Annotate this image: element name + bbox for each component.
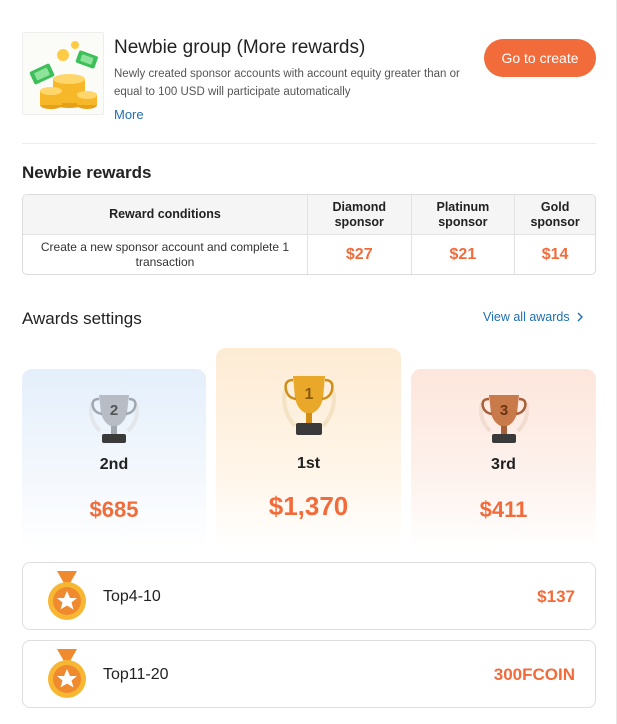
podium-prize: $411 bbox=[479, 497, 528, 522]
platinum-reward-cell: $21 bbox=[412, 235, 516, 274]
gold-reward-cell: $14 bbox=[541, 246, 569, 263]
tier-prize: $137 bbox=[537, 587, 575, 606]
medal-star-icon bbox=[48, 571, 86, 620]
diamond-reward-cell: $27 bbox=[308, 235, 412, 274]
podium-second-place: 2 2nd $685 bbox=[22, 369, 206, 549]
tier-row-top4-10: Top4-10 $137 bbox=[22, 562, 596, 630]
medal-star-icon bbox=[48, 649, 86, 698]
podium-prize: $1,370 bbox=[268, 491, 349, 521]
tier-prize: 300FCOIN bbox=[493, 665, 575, 684]
column-header: Diamond sponsor bbox=[307, 195, 412, 235]
more-link[interactable]: More bbox=[114, 107, 144, 122]
trophy-rank-number: 3 bbox=[499, 402, 507, 419]
tier-name: Top11-20 bbox=[103, 666, 169, 683]
table-header-row: Reward conditions Diamond sponsor Platin… bbox=[23, 195, 595, 235]
newbie-rewards-table: Reward conditions Diamond sponsor Platin… bbox=[22, 194, 596, 275]
chevron-right-icon bbox=[577, 312, 584, 322]
reward-condition-cell: Create a new sponsor account and complet… bbox=[23, 235, 308, 274]
newbie-group-title: Newbie group (More rewards) bbox=[114, 37, 366, 58]
column-header: Platinum sponsor bbox=[411, 195, 516, 235]
go-to-create-button[interactable]: Go to create bbox=[484, 39, 596, 77]
podium-rank-label: 3rd bbox=[491, 456, 516, 473]
view-all-awards-label: View all awards bbox=[483, 310, 570, 324]
newbie-group-description: Newly created sponsor accounts with acco… bbox=[114, 68, 460, 98]
trophy-rank-number: 2 bbox=[110, 402, 118, 419]
column-header: Gold sponsor bbox=[515, 195, 595, 235]
bronze-trophy-icon: 3 bbox=[478, 395, 529, 443]
podium-prize: $685 bbox=[89, 497, 139, 522]
view-all-awards-link[interactable]: View all awards bbox=[483, 310, 585, 324]
podium-first-place: 1 1st $1,370 bbox=[216, 348, 401, 548]
table-row: Create a new sponsor account and complet… bbox=[23, 235, 595, 274]
tier-row-top11-20: Top11-20 300FCOIN bbox=[22, 640, 596, 708]
gold-trophy-icon: 1 bbox=[281, 376, 336, 435]
section-divider bbox=[22, 143, 596, 144]
tier-name: Top4-10 bbox=[103, 588, 161, 605]
newbie-rewards-title: Newbie rewards bbox=[22, 163, 152, 182]
podium-rank-label: 1st bbox=[296, 455, 321, 472]
column-header: Reward conditions bbox=[23, 195, 308, 235]
awards-settings-title: Awards settings bbox=[22, 309, 142, 328]
trophy-rank-number: 1 bbox=[304, 386, 313, 403]
coin-stack-illustration bbox=[22, 32, 104, 115]
podium-rank-label: 2nd bbox=[99, 456, 129, 473]
podium-third-place: 3 3rd $411 bbox=[411, 369, 596, 549]
silver-trophy-icon: 2 bbox=[89, 395, 139, 443]
